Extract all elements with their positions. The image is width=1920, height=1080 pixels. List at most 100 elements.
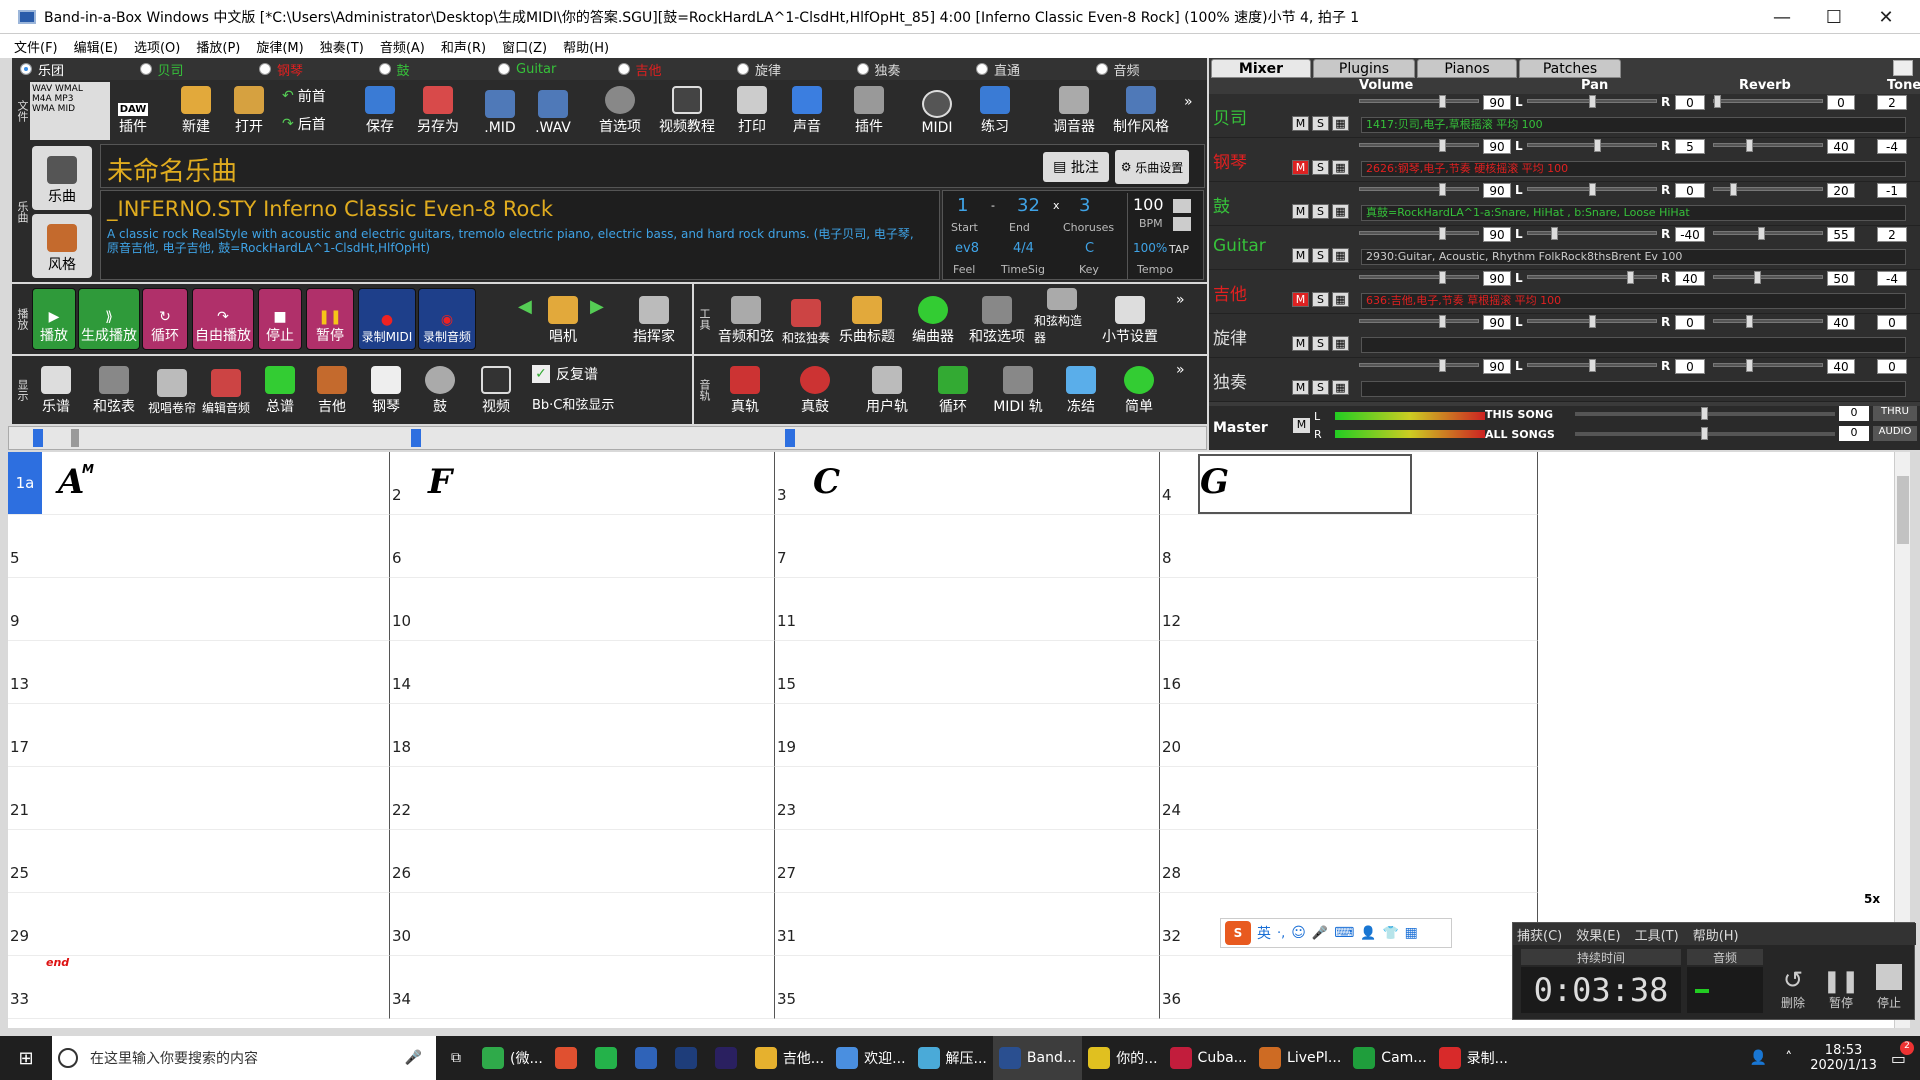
sound-button[interactable]: 声音 [780, 82, 834, 140]
mute-button[interactable]: M [1292, 204, 1309, 219]
pan-slider[interactable] [1527, 227, 1657, 240]
radio-dot-icon[interactable] [20, 63, 32, 75]
taskbar-app-1[interactable] [549, 1036, 589, 1080]
piano-view-button[interactable]: 钢琴 [364, 360, 408, 420]
pan-value[interactable]: -40 [1675, 227, 1705, 242]
bar-cell[interactable]: 26 [390, 830, 775, 893]
pan-knob[interactable] [1589, 315, 1596, 328]
bar-cell[interactable]: 18 [390, 704, 775, 767]
this-song-value[interactable]: 0 [1839, 406, 1869, 421]
recorder-menu-capture[interactable]: 捕获(C) [1517, 925, 1562, 944]
patch-selector[interactable]: 1417:贝司,电子,草根摇滚 平均 100 [1361, 117, 1906, 133]
toolbar-more-icon[interactable]: » [1184, 94, 1193, 110]
taskbar-app-0[interactable]: (微... [476, 1036, 549, 1080]
mixer-options-icon[interactable]: ▦ [1332, 204, 1349, 219]
bar-cell[interactable]: 36 [1160, 956, 1538, 1019]
midi-button[interactable]: MIDI [912, 82, 962, 140]
volume-knob[interactable] [1439, 183, 1447, 196]
loops-button[interactable]: 循环 [926, 360, 980, 420]
song-settings-button[interactable]: ⚙ 乐曲设置 [1115, 150, 1189, 184]
taskbar-app-5[interactable] [709, 1036, 749, 1080]
notation-button[interactable]: 乐谱 [32, 360, 80, 420]
reverb-value[interactable]: 40 [1827, 315, 1855, 330]
pan-value[interactable]: 0 [1675, 359, 1705, 374]
pan-slider[interactable] [1527, 183, 1657, 196]
master-mute-button[interactable]: M [1293, 418, 1310, 433]
volume-slider[interactable] [1359, 139, 1479, 152]
bar-cell[interactable]: 4G [1160, 452, 1538, 515]
taskbar-app-4[interactable] [669, 1036, 709, 1080]
record-midi-button[interactable]: ● 录制MIDI [358, 288, 416, 350]
volume-knob[interactable] [1439, 139, 1447, 152]
bar-cell[interactable]: 2F [390, 452, 775, 515]
video-tutorial-button[interactable]: 视频教程 [652, 82, 722, 140]
ime-keyboard-icon[interactable]: ⌨ [1334, 925, 1354, 941]
taskbar-app-12[interactable]: LivePl... [1253, 1036, 1347, 1080]
reverb-knob[interactable] [1746, 359, 1754, 372]
taskbar-search-box[interactable]: 在这里输入你要搜索的内容 🎤 [52, 1036, 436, 1080]
song-notes-button[interactable]: ▤ 批注 [1043, 152, 1109, 182]
arranger-button[interactable]: 编曲器 [906, 288, 960, 350]
bar-cell[interactable]: 20 [1160, 704, 1538, 767]
ime-punctuation-icon[interactable]: ·, [1277, 926, 1285, 941]
bar-cell[interactable]: 15 [775, 641, 1160, 704]
sogou-logo-icon[interactable]: S [1225, 921, 1251, 945]
lead-sheet-button[interactable]: 和弦表 [86, 360, 142, 420]
radio-dot-icon[interactable] [259, 63, 271, 75]
reverb-slider[interactable] [1713, 139, 1823, 152]
volume-value[interactable]: 90 [1483, 359, 1511, 374]
mixer-options-icon[interactable]: ▦ [1332, 160, 1349, 175]
position-marker-chorus[interactable] [411, 429, 421, 447]
timesig-value[interactable]: 4/4 [1013, 241, 1034, 256]
track-radio-4[interactable]: Guitar [490, 62, 610, 77]
tone-value[interactable]: 2 [1877, 227, 1907, 242]
reverb-slider[interactable] [1713, 95, 1823, 108]
reverb-slider[interactable] [1713, 183, 1823, 196]
taskbar-app-6[interactable]: 吉他... [749, 1036, 830, 1080]
patch-selector[interactable] [1361, 337, 1906, 353]
patch-selector[interactable] [1361, 381, 1906, 397]
reverb-slider[interactable] [1713, 227, 1823, 240]
people-icon[interactable]: 👤 [1750, 1050, 1767, 1066]
menu-window[interactable]: 窗口(Z) [502, 37, 547, 56]
maximize-button[interactable]: ☐ [1808, 0, 1860, 34]
mixer-options-icon[interactable]: ▦ [1332, 292, 1349, 307]
reverb-knob[interactable] [1758, 227, 1766, 240]
thru-button[interactable]: THRU [1873, 406, 1917, 421]
mute-button[interactable]: M [1292, 292, 1309, 307]
style-side-button[interactable]: 风格 [32, 214, 92, 278]
jukebox-button[interactable]: 唱机 [538, 288, 588, 350]
volume-value[interactable]: 90 [1483, 271, 1511, 286]
solo-button[interactable]: S [1312, 160, 1329, 175]
radio-dot-icon[interactable] [976, 63, 988, 75]
tone-value[interactable]: -4 [1877, 139, 1907, 154]
pan-knob[interactable] [1627, 271, 1635, 284]
save-as-button[interactable]: 另存为 [408, 82, 468, 140]
radio-dot-icon[interactable] [737, 63, 749, 75]
reverb-knob[interactable] [1746, 315, 1754, 328]
song-title-tool-button[interactable]: 乐曲标题 [834, 288, 900, 350]
song-side-button[interactable]: 乐曲 [32, 146, 92, 210]
song-title[interactable]: 未命名乐曲 [107, 151, 237, 188]
mixer-expand-icon[interactable] [1893, 60, 1913, 76]
position-marker-current[interactable] [71, 429, 79, 447]
volume-slider[interactable] [1359, 227, 1479, 240]
tone-value[interactable]: -4 [1877, 271, 1907, 286]
reverb-value[interactable]: 40 [1827, 359, 1855, 374]
drums-view-button[interactable]: 鼓 [418, 360, 462, 420]
taskbar-app-2[interactable] [589, 1036, 629, 1080]
pan-value[interactable]: 0 [1675, 183, 1705, 198]
midi-track-button[interactable]: MIDI 轨 [984, 360, 1052, 420]
windows-start-icon[interactable]: ⊞ [0, 1036, 52, 1080]
track-radio-6[interactable]: 旋律 [729, 60, 849, 79]
all-songs-value[interactable]: 0 [1839, 426, 1869, 441]
reverb-slider[interactable] [1713, 271, 1823, 284]
tuner-button[interactable]: 调音器 [1046, 82, 1102, 140]
volume-knob[interactable] [1439, 95, 1447, 108]
menu-edit[interactable]: 编辑(E) [74, 37, 118, 56]
make-style-button[interactable]: 制作风格 [1106, 82, 1176, 140]
tray-expand-icon[interactable]: ˄ [1785, 1050, 1792, 1066]
pan-knob[interactable] [1593, 139, 1601, 152]
recorder-menu-effects[interactable]: 效果(E) [1576, 925, 1620, 944]
free-play-button[interactable]: ↷ 自由播放 [192, 288, 254, 350]
